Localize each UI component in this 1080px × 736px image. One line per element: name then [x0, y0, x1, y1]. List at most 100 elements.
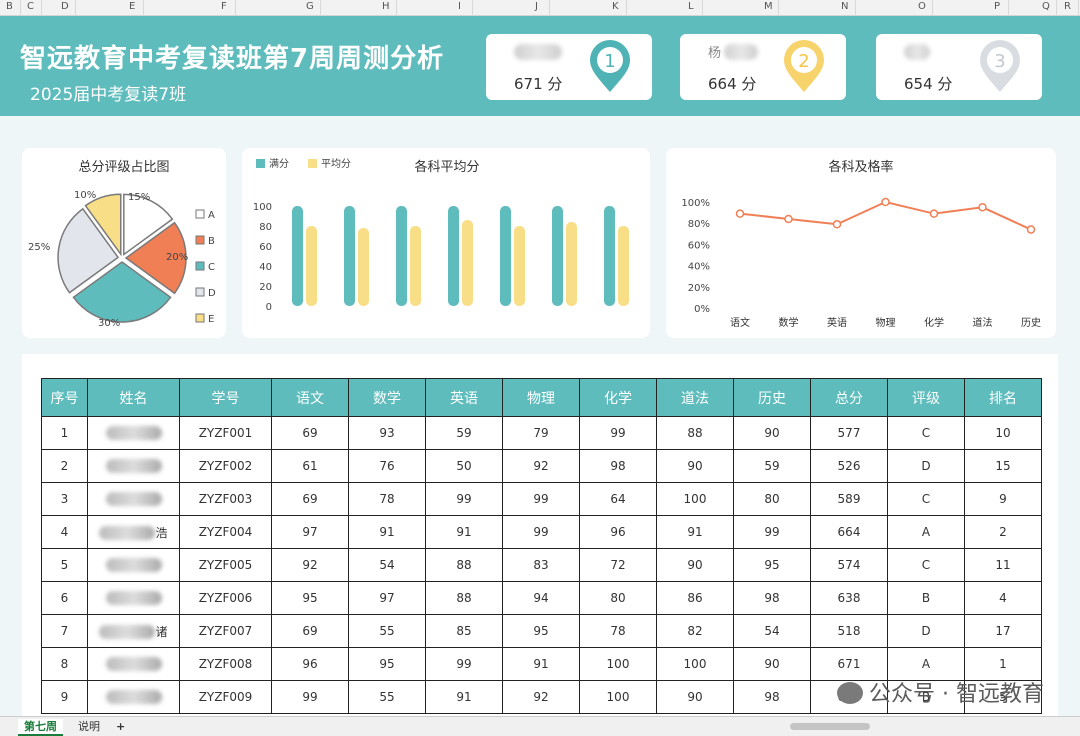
table-cell[interactable]: 95: [348, 647, 426, 681]
column-header[interactable]: 化学: [579, 378, 657, 417]
table-cell[interactable]: 88: [656, 416, 734, 450]
table-cell[interactable]: 589: [810, 482, 888, 516]
column-letter[interactable]: D: [61, 1, 69, 12]
table-cell[interactable]: 7: [41, 614, 88, 648]
table-cell[interactable]: ZYZF006: [179, 581, 272, 615]
table-cell[interactable]: 95: [502, 614, 580, 648]
table-cell[interactable]: 78: [579, 614, 657, 648]
table-cell[interactable]: 90: [733, 647, 811, 681]
table-cell[interactable]: 76: [348, 449, 426, 483]
table-cell[interactable]: 50: [425, 449, 503, 483]
table-cell[interactable]: 97: [348, 581, 426, 615]
table-cell[interactable]: 91: [425, 680, 503, 714]
table-cell[interactable]: 54: [733, 614, 811, 648]
table-cell[interactable]: 96: [579, 515, 657, 549]
sheet-tab-week7[interactable]: 第七周: [18, 719, 63, 736]
column-header[interactable]: 排名: [964, 378, 1042, 417]
column-header[interactable]: 语文: [271, 378, 349, 417]
table-cell[interactable]: 69: [271, 482, 349, 516]
table-cell[interactable]: 526: [810, 449, 888, 483]
table-cell[interactable]: 5: [41, 548, 88, 582]
table-cell[interactable]: 9: [41, 680, 88, 714]
table-cell[interactable]: 93: [348, 416, 426, 450]
column-letter[interactable]: R: [1064, 1, 1071, 12]
table-cell[interactable]: 79: [502, 416, 580, 450]
table-cell[interactable]: D: [887, 449, 965, 483]
column-letter[interactable]: I: [458, 1, 461, 12]
table-cell[interactable]: ZYZF001: [179, 416, 272, 450]
column-header[interactable]: 物理: [502, 378, 580, 417]
column-header[interactable]: 道法: [656, 378, 734, 417]
table-row[interactable]: 2 ZYZF002 61 76 50 92 98 90 59 526 D 15: [41, 449, 1042, 483]
table-cell[interactable]: 54: [348, 548, 426, 582]
column-letter[interactable]: E: [129, 1, 135, 12]
student-name-cell[interactable]: [87, 647, 180, 681]
column-letter[interactable]: O: [918, 1, 926, 12]
table-cell[interactable]: 97: [271, 515, 349, 549]
table-cell[interactable]: 90: [656, 680, 734, 714]
table-cell[interactable]: 99: [733, 515, 811, 549]
column-letter[interactable]: C: [27, 1, 34, 12]
table-cell[interactable]: 99: [425, 482, 503, 516]
table-cell[interactable]: 82: [656, 614, 734, 648]
table-cell[interactable]: 95: [733, 548, 811, 582]
table-cell[interactable]: 91: [425, 515, 503, 549]
student-name-cell[interactable]: [87, 482, 180, 516]
table-cell[interactable]: 69: [271, 614, 349, 648]
table-cell[interactable]: 99: [271, 680, 349, 714]
table-cell[interactable]: ZYZF003: [179, 482, 272, 516]
column-header[interactable]: 英语: [425, 378, 503, 417]
table-cell[interactable]: 92: [271, 548, 349, 582]
table-row[interactable]: 4 浩 ZYZF004 97 91 91 99 96 91 99 664 A 2: [41, 515, 1042, 549]
table-cell[interactable]: 574: [810, 548, 888, 582]
table-cell[interactable]: 98: [579, 449, 657, 483]
table-cell[interactable]: 100: [579, 647, 657, 681]
table-cell[interactable]: 90: [733, 416, 811, 450]
table-cell[interactable]: ZYZF007: [179, 614, 272, 648]
table-cell[interactable]: 59: [733, 449, 811, 483]
top-student-card-1[interactable]: 671 分 1: [486, 34, 652, 100]
table-row[interactable]: 7 诸 ZYZF007 69 55 85 95 78 82 54 518 D 17: [41, 614, 1042, 648]
table-row[interactable]: 5 ZYZF005 92 54 88 83 72 90 95 574 C 11: [41, 548, 1042, 582]
table-cell[interactable]: 100: [656, 647, 734, 681]
table-cell[interactable]: 91: [348, 515, 426, 549]
table-cell[interactable]: 11: [964, 548, 1042, 582]
student-name-cell[interactable]: 浩: [87, 515, 180, 549]
table-cell[interactable]: 94: [502, 581, 580, 615]
column-letter[interactable]: H: [382, 1, 390, 12]
column-letter[interactable]: K: [612, 1, 619, 12]
table-cell[interactable]: C: [887, 482, 965, 516]
student-name-cell[interactable]: [87, 680, 180, 714]
column-letter[interactable]: F: [221, 1, 227, 12]
table-cell[interactable]: ZYZF009: [179, 680, 272, 714]
table-cell[interactable]: 99: [502, 482, 580, 516]
table-cell[interactable]: 4: [964, 581, 1042, 615]
table-cell[interactable]: 90: [656, 548, 734, 582]
table-cell[interactable]: 88: [425, 581, 503, 615]
student-name-cell[interactable]: [87, 416, 180, 450]
table-cell[interactable]: 91: [502, 647, 580, 681]
column-letter[interactable]: B: [6, 1, 13, 12]
table-cell[interactable]: 8: [41, 647, 88, 681]
table-cell[interactable]: 10: [964, 416, 1042, 450]
table-cell[interactable]: 80: [579, 581, 657, 615]
column-header[interactable]: 序号: [41, 378, 88, 417]
table-cell[interactable]: ZYZF004: [179, 515, 272, 549]
table-cell[interactable]: 518: [810, 614, 888, 648]
table-cell[interactable]: C: [887, 416, 965, 450]
table-cell[interactable]: ZYZF005: [179, 548, 272, 582]
table-cell[interactable]: 638: [810, 581, 888, 615]
table-cell[interactable]: 92: [502, 449, 580, 483]
table-cell[interactable]: 96: [271, 647, 349, 681]
table-cell[interactable]: 98: [733, 680, 811, 714]
column-letter[interactable]: N: [841, 1, 848, 12]
student-name-cell[interactable]: [87, 581, 180, 615]
table-cell[interactable]: ZYZF008: [179, 647, 272, 681]
column-letter[interactable]: L: [688, 1, 694, 12]
table-cell[interactable]: 99: [502, 515, 580, 549]
table-cell[interactable]: ZYZF002: [179, 449, 272, 483]
column-letter[interactable]: P: [994, 1, 1000, 12]
table-cell[interactable]: 86: [656, 581, 734, 615]
table-cell[interactable]: 85: [425, 614, 503, 648]
column-header[interactable]: 总分: [810, 378, 888, 417]
